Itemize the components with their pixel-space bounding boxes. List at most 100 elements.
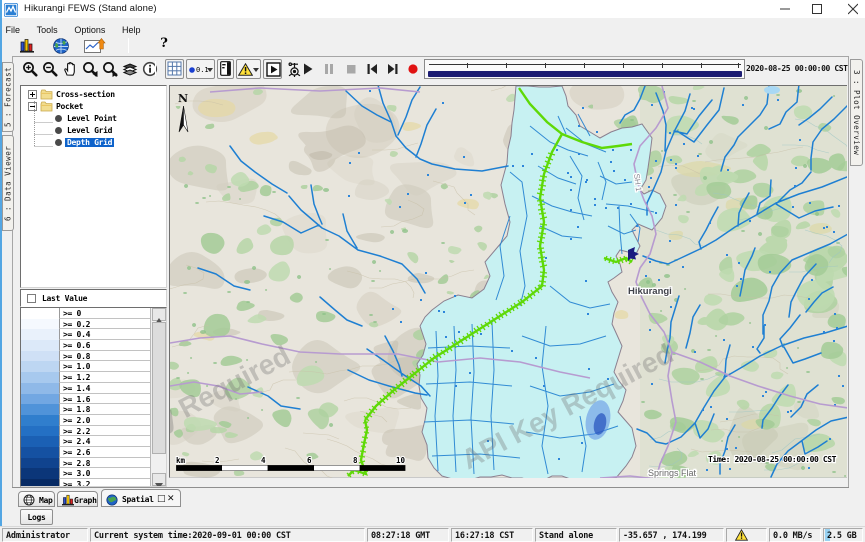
legend-row[interactable]: >= 0.4 <box>21 329 150 340</box>
legend-row[interactable]: >= 2.8 <box>21 458 150 469</box>
status-text: -35.657 , 174.199 <box>623 531 707 541</box>
zoom-out-button[interactable] <box>42 61 59 78</box>
legend-row[interactable]: >= 0.8 <box>21 351 150 362</box>
legend-swatch <box>21 415 59 426</box>
tab-forecast[interactable]: 5 : Forecast <box>2 62 14 132</box>
pause-button[interactable] <box>321 61 338 78</box>
close-button[interactable] <box>838 0 865 18</box>
tab-maximize-icon[interactable]: □ <box>157 494 165 504</box>
title-bar: Hikurangi FEWS (Stand alone) <box>0 0 865 18</box>
legend-swatch <box>21 319 59 330</box>
legend-row[interactable]: >= 2.0 <box>21 415 150 426</box>
window-title: Hikurangi FEWS (Stand alone) <box>24 3 157 14</box>
tab-graph[interactable]: Graph <box>57 491 98 507</box>
legend-row[interactable]: >= 0 <box>21 308 150 319</box>
tree-guides <box>23 89 170 169</box>
scroll-thumb[interactable] <box>152 322 166 454</box>
layers-button[interactable] <box>122 61 139 78</box>
legend-row[interactable]: >= 1.4 <box>21 383 150 394</box>
legend-swatch <box>21 340 59 351</box>
layer-tree: Cross-section Pocket Level Point Level G… <box>20 85 167 288</box>
legend-row[interactable]: >= 1.6 <box>21 394 150 405</box>
toolbar-separator <box>155 61 156 76</box>
legend-label: >= 2.8 <box>59 458 150 469</box>
logs-button[interactable]: Logs <box>20 509 53 525</box>
legend-label: >= 1.0 <box>59 361 150 372</box>
legend-swatch <box>21 468 59 479</box>
menu-bar: File Tools Options Help <box>0 18 865 35</box>
legend-row[interactable]: >= 3.0 <box>21 468 150 479</box>
measure-tool-button[interactable] <box>286 61 303 78</box>
status-text: Administrator <box>6 531 70 541</box>
first-step-button[interactable] <box>364 61 381 78</box>
slider-current-time: 2020-08-25 00:00:00 CST <box>746 64 848 73</box>
import-status-button[interactable] <box>84 37 102 55</box>
classification-threshold-dropdown[interactable]: 0.1 <box>186 59 215 79</box>
map-viewport[interactable]: API Key Required API Key Required N Hiku… <box>169 85 847 478</box>
minimize-button[interactable] <box>770 0 800 18</box>
legend-row[interactable]: >= 0.6 <box>21 340 150 351</box>
grid-display-button[interactable] <box>165 59 184 79</box>
spatial-display-button[interactable] <box>52 37 70 55</box>
legend-row[interactable]: >= 1.0 <box>21 361 150 372</box>
slider-rail <box>429 64 741 65</box>
legend-row[interactable]: >= 1.8 <box>21 404 150 415</box>
legend-row[interactable]: >= 2.6 <box>21 447 150 458</box>
legend-row[interactable]: >= 1.2 <box>21 372 150 383</box>
menu-file[interactable]: File <box>2 22 24 35</box>
menu-tools[interactable]: Tools <box>33 22 61 35</box>
status-text: 16:27:18 CST <box>455 531 514 541</box>
application-window: Hikurangi FEWS (Stand alone) File Tools … <box>0 0 865 542</box>
zoom-in-button[interactable] <box>22 61 39 78</box>
legend-list: >= 0 >= 0.2 >= 0.4 >= 0.6 >= 0.8 >= 1.0 … <box>20 307 167 487</box>
help-button[interactable]: ? <box>156 36 172 51</box>
last-value-checkbox[interactable] <box>27 294 36 303</box>
tab-close-icon[interactable]: ✕ <box>167 494 174 504</box>
legend-row[interactable]: >= 3.2 <box>21 479 150 487</box>
legend-row[interactable]: >= 2.4 <box>21 436 150 447</box>
tab-data-viewer[interactable]: 6 : Data Viewer <box>2 135 14 231</box>
status-text: Stand alone <box>539 531 593 541</box>
status-mode: Stand alone <box>535 528 617 542</box>
zoom-previous-button[interactable] <box>82 61 99 78</box>
legend-swatch <box>21 351 59 362</box>
legend-swatch <box>21 447 59 458</box>
info-button[interactable] <box>142 61 159 78</box>
status-memory: 2.5 GB <box>823 528 863 542</box>
tab-map[interactable]: Map <box>18 491 55 507</box>
legend-label: >= 2.6 <box>59 447 150 458</box>
maximize-button[interactable] <box>802 0 832 18</box>
status-network-rate: 0.0 MB/s <box>769 528 821 542</box>
stop-button[interactable] <box>343 61 360 78</box>
tab-plot-overview[interactable]: 3 : Plot Overview <box>850 59 863 166</box>
time-series-dialog-button[interactable] <box>18 37 36 55</box>
north-arrow: N <box>178 92 188 132</box>
lake <box>764 86 780 94</box>
legend-swatch <box>21 329 59 340</box>
tab-spatial[interactable]: Spatial □ ✕ <box>101 489 181 507</box>
time-slider[interactable] <box>424 59 745 79</box>
map-canvas: API Key Required API Key Required N Hiku… <box>170 86 847 478</box>
animate-button[interactable] <box>263 59 282 79</box>
svg-text:10: 10 <box>396 456 406 465</box>
globe-icon <box>106 494 118 508</box>
label-hikurangi: Hikurangi <box>628 286 672 297</box>
menu-options[interactable]: Options <box>71 22 109 35</box>
legend-swatch <box>21 458 59 469</box>
status-local-time: 16:27:18 CST <box>451 528 533 542</box>
warnings-dropdown[interactable] <box>236 59 261 79</box>
last-step-button[interactable] <box>385 61 402 78</box>
legend-panel-button[interactable] <box>217 59 234 79</box>
legend-row[interactable]: >= 0.2 <box>21 319 150 330</box>
legend-swatch <box>21 394 59 405</box>
scroll-up-button[interactable] <box>152 308 166 321</box>
record-button[interactable] <box>405 61 422 78</box>
zoom-next-button[interactable] <box>102 61 119 78</box>
slider-availability-bar[interactable] <box>428 71 742 77</box>
scroll-down-button[interactable] <box>152 473 166 486</box>
pan-button[interactable] <box>62 61 79 78</box>
legend-swatch <box>21 479 59 487</box>
menu-help[interactable]: Help <box>118 22 144 35</box>
legend-scrollbar[interactable] <box>150 308 166 486</box>
legend-row[interactable]: >= 2.2 <box>21 426 150 437</box>
